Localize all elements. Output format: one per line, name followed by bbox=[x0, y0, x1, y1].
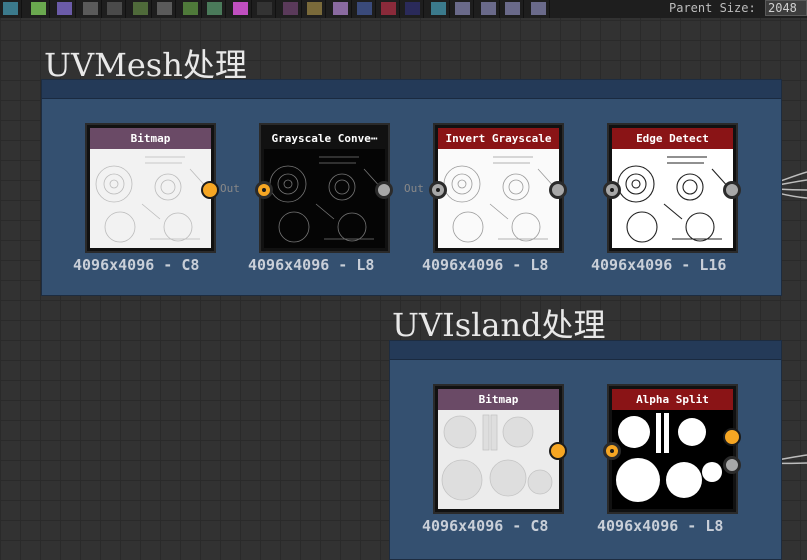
frame-header[interactable] bbox=[390, 341, 781, 360]
input-port[interactable] bbox=[255, 181, 273, 199]
node-title: Edge Detect bbox=[612, 128, 733, 149]
output-port-rgb[interactable] bbox=[723, 428, 741, 446]
node-title: Grayscale Conve⋯ bbox=[264, 128, 385, 149]
output-port[interactable] bbox=[201, 181, 219, 199]
node-thumbnail bbox=[90, 149, 211, 248]
node-title: Bitmap bbox=[90, 128, 211, 149]
node-title: Bitmap bbox=[438, 389, 559, 410]
node-title: Alpha Split bbox=[612, 389, 733, 410]
input-port[interactable] bbox=[603, 442, 621, 460]
node-thumbnail bbox=[612, 410, 733, 509]
port-label-out: Out bbox=[404, 182, 424, 195]
node-thumbnail bbox=[264, 149, 385, 248]
output-port[interactable] bbox=[549, 442, 567, 460]
node-info: 4096x4096 - L8 bbox=[597, 517, 723, 535]
node-info: 4096x4096 - L8 bbox=[248, 256, 374, 274]
frame-header[interactable] bbox=[42, 80, 781, 99]
node-title: Invert Grayscale bbox=[438, 128, 559, 149]
node-thumbnail bbox=[438, 149, 559, 248]
input-port[interactable] bbox=[603, 181, 621, 199]
node-info: 4096x4096 - L16 bbox=[591, 256, 726, 274]
node-info: 4096x4096 - C8 bbox=[73, 256, 199, 274]
output-port-alpha[interactable] bbox=[723, 456, 741, 474]
node-edge-detect[interactable]: Edge Detect bbox=[607, 123, 738, 253]
port-label-out: Out bbox=[220, 182, 240, 195]
node-info: 4096x4096 - C8 bbox=[422, 517, 548, 535]
node-bitmap[interactable]: Bitmap bbox=[85, 123, 216, 253]
node-invert-grayscale[interactable]: Invert Grayscale bbox=[433, 123, 564, 253]
output-port[interactable] bbox=[723, 181, 741, 199]
output-port[interactable] bbox=[375, 181, 393, 199]
node-thumbnail bbox=[438, 410, 559, 509]
node-grayscale-convert[interactable]: Grayscale Conve⋯ bbox=[259, 123, 390, 253]
node-thumbnail bbox=[612, 149, 733, 248]
output-port[interactable] bbox=[549, 181, 567, 199]
node-alpha-split[interactable]: Alpha Split bbox=[607, 384, 738, 514]
input-port[interactable] bbox=[429, 181, 447, 199]
node-bitmap[interactable]: Bitmap bbox=[433, 384, 564, 514]
node-info: 4096x4096 - L8 bbox=[422, 256, 548, 274]
